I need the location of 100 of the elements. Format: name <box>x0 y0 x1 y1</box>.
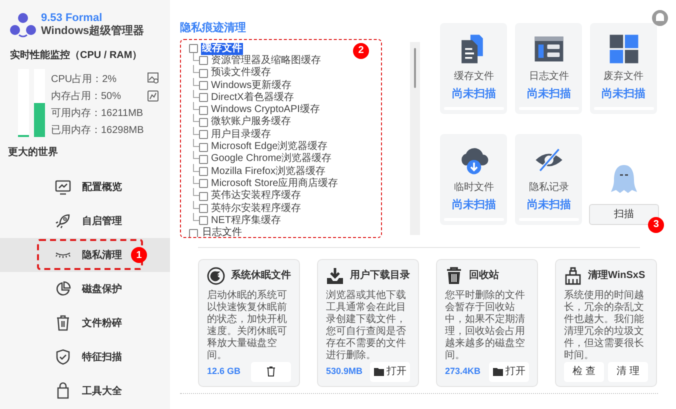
size-text: 12.6 GB <box>207 364 241 378</box>
tile-label: 废弃文件 <box>604 70 644 84</box>
checkbox[interactable] <box>199 154 208 164</box>
checkbox[interactable] <box>199 93 208 102</box>
folder-icon <box>374 368 384 376</box>
tool-title: 清理WinSxS <box>588 268 646 283</box>
checkbox[interactable] <box>199 204 208 213</box>
logo-icon <box>10 12 36 38</box>
tool-description: 启动休眠的系统可以快速恢复休眠前的状态，加快开机速度。关闭休眠可释放大量磁盘空间。 <box>207 290 288 362</box>
tile-label: 隐私记录 <box>528 180 569 195</box>
app-title: Windows超级管理器 <box>41 25 144 38</box>
scrollbar[interactable] <box>410 42 420 234</box>
tree-item[interactable]: 英伟达安装程序缓存 <box>211 190 301 202</box>
sidebar-item[interactable]: 文件粉碎 <box>0 306 170 340</box>
open-button[interactable]: 打开 <box>489 362 529 382</box>
tool-description: 系统使用的时间越长，冗余的杂乱文件也越大。我们能清理冗余的垃圾文件，但这需要很长时间。 <box>564 290 645 362</box>
sidebar-heading: 更大的世界 <box>7 146 59 160</box>
checkbox[interactable] <box>199 216 208 226</box>
checkbox[interactable] <box>199 179 208 188</box>
tree-item[interactable]: Windows更新缓存 <box>211 80 292 92</box>
tree-item[interactable]: Microsoft Edge浏览器缓存 <box>211 141 328 154</box>
broom-icon <box>564 266 582 284</box>
callout-badge: 1 <box>131 247 147 263</box>
checkbox[interactable] <box>189 44 198 54</box>
tile-label: 缓存文件 <box>454 70 494 84</box>
stat-text: 可用内存：16211MB <box>51 107 141 120</box>
stat-text: 已用内存：16298MB <box>51 124 141 137</box>
trash-icon <box>54 314 72 332</box>
image-search-icon[interactable] <box>147 72 159 84</box>
tree-item[interactable]: NET程序集缓存 <box>211 214 281 227</box>
monitor-icon <box>54 178 72 196</box>
ghost-avatar-icon[interactable] <box>652 10 668 26</box>
tile-status: 尚未扫描 <box>452 198 496 213</box>
tree-item[interactable]: Windows CryptoAPI缓存 <box>211 104 320 116</box>
tile-status: 尚未扫描 <box>452 86 496 102</box>
sidebar-item[interactable]: 特征扫描 <box>0 340 170 374</box>
tile-status: 尚未扫描 <box>526 198 571 213</box>
tile-status: 尚未扫描 <box>526 86 571 102</box>
scan-tile[interactable]: 缓存文件 尚未扫描 <box>440 23 508 114</box>
checkbox[interactable] <box>199 81 208 90</box>
stat-text: 内存占用：50% <box>51 90 122 103</box>
tree-item[interactable]: 日志文件 <box>201 227 243 236</box>
tree-item[interactable]: Google Chrome浏览器缓存 <box>211 153 332 166</box>
tree-item[interactable]: 英特尔安装程序缓存 <box>211 202 301 214</box>
chart-icon[interactable] <box>147 90 159 102</box>
rocket-icon <box>54 212 72 230</box>
scan-tile[interactable]: 临时文件 尚未扫描 <box>440 134 508 225</box>
checkbox[interactable] <box>199 130 208 140</box>
monitor-title: 实时性能监控（CPU / RAM） <box>9 48 144 63</box>
tile-status: 尚未扫描 <box>602 86 646 102</box>
checkbox[interactable] <box>199 56 208 66</box>
tree-item[interactable]: 预读文件缓存 <box>211 67 271 80</box>
tool-title: 回收站 <box>469 268 499 283</box>
action-button[interactable]: 检 查 <box>564 362 604 382</box>
tool-description: 浏览器或其他下载工具通常会在此目录创建下载文件，您可自行查阅是否存在不需要的文件进行删除。 <box>326 290 407 362</box>
checkbox[interactable] <box>199 106 208 115</box>
size-text: 273.4KB <box>445 364 481 378</box>
grid-icon <box>608 33 640 65</box>
sidebar-item[interactable]: 工具大全 <box>0 374 170 408</box>
checkbox[interactable] <box>199 192 208 201</box>
ghost-icon <box>611 164 638 194</box>
tool-description: 您平时删除的文件会暂存于回收站中，如果不定期清理，回收站会占用越来越多的磁盘空间。 <box>445 290 526 362</box>
open-button[interactable]: 打开 <box>370 362 410 382</box>
shield-icon <box>54 348 72 366</box>
callout-badge: 2 <box>353 42 369 58</box>
trash-icon <box>266 366 276 377</box>
sidebar-item[interactable]: 磁盘保护 <box>0 272 170 306</box>
tree-item[interactable]: 微软账户服务缓存 <box>211 116 291 128</box>
scan-tile[interactable]: 隐私记录 尚未扫描 <box>515 134 582 225</box>
tool-title: 用户下载目录 <box>350 268 410 283</box>
tree-item[interactable]: 用户目录缓存 <box>211 128 271 141</box>
pie-chart-icon <box>54 280 72 298</box>
size-text: 530.9MB <box>326 364 363 378</box>
scan-tile[interactable]: 废弃文件 尚未扫描 <box>590 23 658 114</box>
checkbox[interactable] <box>199 167 208 176</box>
app-version: 9.53 Formal <box>41 12 104 24</box>
tool-title: 系统休眠文件 <box>231 268 291 283</box>
tree-item[interactable]: 缓存文件 <box>201 42 243 55</box>
tree-item[interactable]: Mozilla Firefox浏览器缓存 <box>211 166 326 178</box>
sidebar-item[interactable]: 配置概览 <box>0 170 170 204</box>
section-title: 隐私痕迹清理 <box>180 20 247 36</box>
tree-item[interactable]: 资源管理器及缩略图缓存 <box>211 54 321 67</box>
moon-icon <box>207 266 225 284</box>
sidebar-item[interactable]: 隐私清理 1 <box>0 238 170 272</box>
tile-label: 临时文件 <box>454 180 494 195</box>
tree-item[interactable]: Microsoft Store应用商店缓存 <box>211 178 338 190</box>
closed-eye-icon <box>55 252 71 258</box>
checkbox[interactable] <box>199 142 208 152</box>
scan-tile[interactable]: 日志文件 尚未扫描 <box>515 23 582 114</box>
delete-button[interactable] <box>251 362 291 382</box>
tree-item[interactable]: DirectX着色器缓存 <box>211 92 294 104</box>
checkbox[interactable] <box>189 228 198 236</box>
checkbox[interactable] <box>199 118 208 127</box>
stat-text: CPU占用：2% <box>51 73 118 86</box>
action-button[interactable]: 清 理 <box>608 362 648 382</box>
callout-badge: 3 <box>648 216 664 233</box>
tile-label: 日志文件 <box>528 70 569 84</box>
trash-icon <box>445 266 463 284</box>
checkbox[interactable] <box>199 68 208 78</box>
sidebar-item[interactable]: 自启管理 <box>0 204 170 238</box>
